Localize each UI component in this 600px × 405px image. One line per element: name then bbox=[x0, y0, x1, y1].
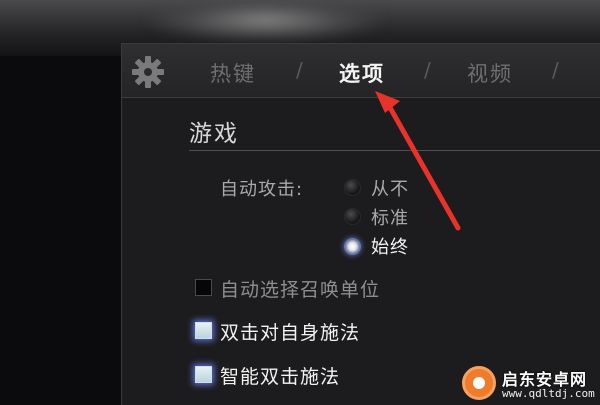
tab-hotkeys[interactable]: 热键 bbox=[210, 58, 256, 88]
background-blur bbox=[150, 0, 380, 40]
checkbox-auto-select-summons-label: 自动选择召唤单位 bbox=[220, 279, 381, 301]
watermark-logo-icon bbox=[462, 366, 496, 400]
section-title-game: 游戏 bbox=[189, 121, 239, 147]
checkbox-smart-double-click-cast-label: 智能双击施法 bbox=[220, 366, 341, 388]
radio-standard-label: 标准 bbox=[371, 208, 409, 229]
tab-separator: / bbox=[296, 58, 303, 82]
tab-video[interactable]: 视频 bbox=[467, 58, 513, 88]
gear-icon[interactable] bbox=[130, 54, 166, 90]
options-panel: 热键 / 选项 / 视频 / 游戏 自动攻击: 从不 标准 始终 自动选择召唤单… bbox=[121, 43, 600, 405]
radio-never[interactable] bbox=[344, 179, 361, 196]
checkbox-double-click-self-cast-label: 双击对自身施法 bbox=[220, 322, 361, 344]
watermark-url: www.qdltdj.com bbox=[502, 387, 595, 400]
auto-attack-label: 自动攻击: bbox=[220, 179, 304, 200]
checkbox-smart-double-click-cast[interactable] bbox=[195, 366, 212, 383]
tab-separator: / bbox=[424, 58, 431, 82]
radio-standard[interactable] bbox=[344, 208, 361, 225]
checkbox-auto-select-summons[interactable] bbox=[195, 279, 212, 296]
watermark: 启东安卓网 www.qdltdj.com bbox=[462, 362, 600, 404]
radio-never-label: 从不 bbox=[371, 179, 409, 200]
radio-always[interactable] bbox=[344, 238, 361, 255]
radio-always-label: 始终 bbox=[371, 237, 409, 258]
tab-separator: / bbox=[552, 58, 559, 82]
tab-bar: 热键 / 选项 / 视频 / bbox=[122, 44, 600, 98]
checkbox-double-click-self-cast[interactable] bbox=[195, 322, 212, 339]
tab-options[interactable]: 选项 bbox=[339, 58, 385, 88]
section-divider bbox=[189, 150, 600, 151]
